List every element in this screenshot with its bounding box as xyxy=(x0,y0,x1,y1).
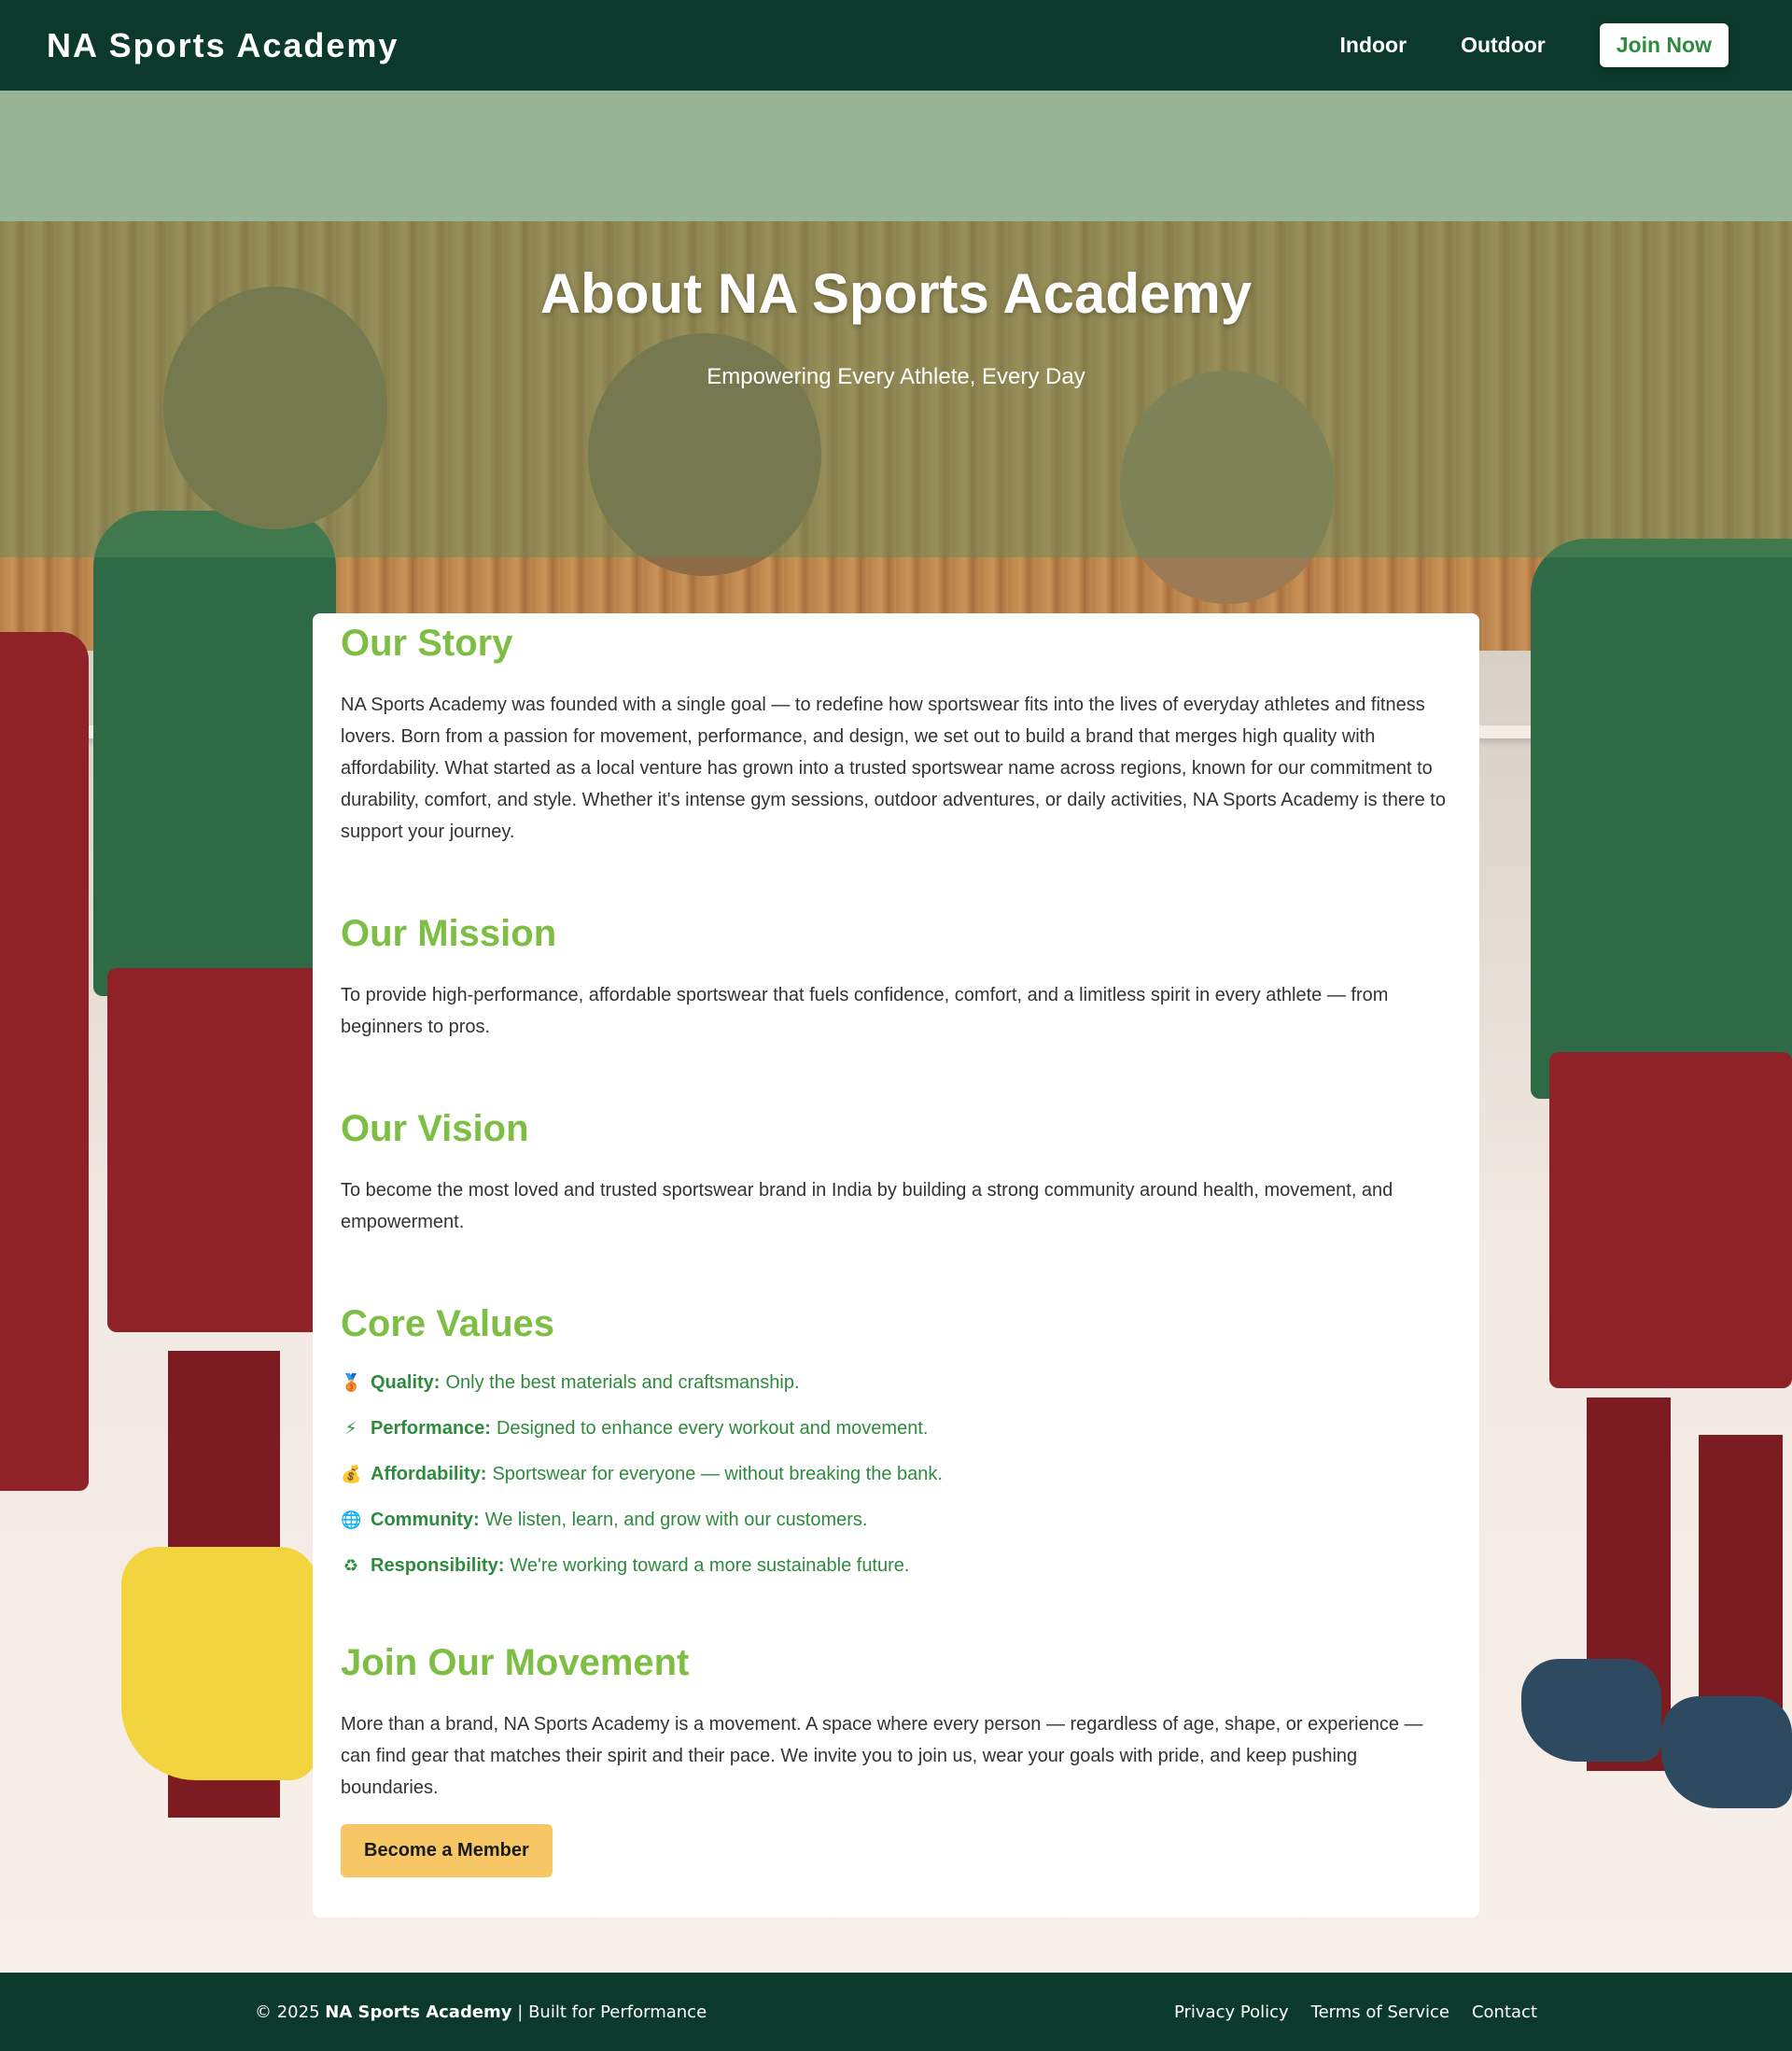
brand-logo[interactable]: NA Sports Academy xyxy=(47,26,399,65)
value-name: Quality: xyxy=(371,1372,441,1393)
globe-icon: 🌐 xyxy=(341,1510,362,1529)
value-community: 🌐 Community: We listen, learn, and grow … xyxy=(341,1507,1451,1533)
story-title: Our Story xyxy=(341,623,513,664)
story-text: NA Sports Academy was founded with a sin… xyxy=(341,695,1446,842)
values-title: Core Values xyxy=(341,1303,555,1344)
privacy-policy-link[interactable]: Privacy Policy xyxy=(1174,2002,1289,2022)
value-performance: ⚡ Performance: Designed to enhance every… xyxy=(341,1415,1451,1441)
value-text: We're working toward a more sustainable … xyxy=(510,1555,910,1576)
mission-title: Our Mission xyxy=(341,913,557,954)
yellow-shoe xyxy=(121,1547,317,1780)
become-member-button[interactable]: Become a Member xyxy=(341,1824,553,1877)
values-list: 🥉 Quality: Only the best materials and c… xyxy=(341,1370,1451,1579)
sneaker-left xyxy=(1521,1659,1661,1762)
story-section: Our Story NA Sports Academy was founded … xyxy=(341,623,1451,848)
value-name: Community: xyxy=(371,1510,480,1530)
footer-copyright: © 2025 NA Sports Academy | Built for Per… xyxy=(255,2002,707,2022)
value-responsibility: ♻ Responsibility: We're working toward a… xyxy=(341,1552,1451,1579)
recycle-icon: ♻ xyxy=(343,1556,359,1575)
nav-outdoor[interactable]: Outdoor xyxy=(1461,33,1546,58)
mission-text: To provide high-performance, affordable … xyxy=(341,985,1389,1037)
copyright-prefix: © 2025 xyxy=(255,2002,320,2022)
sneaker-right xyxy=(1661,1696,1792,1808)
footer-links: Privacy Policy Terms of Service Contact xyxy=(1152,2002,1537,2022)
join-text: More than a brand, NA Sports Academy is … xyxy=(341,1714,1423,1798)
kid-right-shirt xyxy=(1531,539,1792,1099)
vision-title: Our Vision xyxy=(341,1108,529,1149)
value-text: Only the best materials and craftsmanshi… xyxy=(445,1372,800,1393)
footer-suffix: | Built for Performance xyxy=(517,2002,707,2022)
lightning-icon: ⚡ xyxy=(344,1419,357,1438)
about-card: Our Story NA Sports Academy was founded … xyxy=(313,613,1479,1918)
value-name: Performance: xyxy=(371,1418,491,1439)
kid-far-left-red xyxy=(0,632,89,1491)
join-title: Join Our Movement xyxy=(341,1642,690,1683)
join-now-button[interactable]: Join Now xyxy=(1599,23,1729,67)
value-name: Responsibility: xyxy=(371,1555,505,1576)
footer-brand: NA Sports Academy xyxy=(325,2002,512,2022)
value-affordability: 💰 Affordability: Sportswear for everyone… xyxy=(341,1461,1451,1487)
main-nav: Indoor Outdoor Join Now xyxy=(1340,23,1745,67)
mission-section: Our Mission To provide high-performance,… xyxy=(341,913,1451,1043)
contact-link[interactable]: Contact xyxy=(1472,2002,1537,2022)
join-section: Join Our Movement More than a brand, NA … xyxy=(341,1642,1451,1877)
kid-left-shirt xyxy=(93,511,336,996)
kid-right-shorts xyxy=(1549,1052,1792,1388)
value-text: Sportswear for everyone — without breaki… xyxy=(492,1464,943,1484)
value-text: Designed to enhance every workout and mo… xyxy=(496,1418,929,1439)
vision-text: To become the most loved and trusted spo… xyxy=(341,1180,1393,1232)
hero-subtitle: Empowering Every Athlete, Every Day xyxy=(707,364,1085,389)
hero-title: About NA Sports Academy xyxy=(539,262,1253,325)
vision-section: Our Vision To become the most loved and … xyxy=(341,1108,1451,1238)
value-quality: 🥉 Quality: Only the best materials and c… xyxy=(341,1370,1451,1396)
value-name: Affordability: xyxy=(371,1464,487,1484)
money-bag-icon: 💰 xyxy=(341,1465,362,1483)
site-header: NA Sports Academy Indoor Outdoor Join No… xyxy=(0,0,1792,91)
terms-of-service-link[interactable]: Terms of Service xyxy=(1311,2002,1449,2022)
site-footer: © 2025 NA Sports Academy | Built for Per… xyxy=(0,1973,1792,2051)
values-section: Core Values 🥉 Quality: Only the best mat… xyxy=(341,1303,1451,1579)
kid-left-shorts xyxy=(107,968,322,1332)
medal-icon: 🥉 xyxy=(341,1373,362,1392)
nav-indoor[interactable]: Indoor xyxy=(1340,33,1407,58)
value-text: We listen, learn, and grow with our cust… xyxy=(484,1510,868,1530)
